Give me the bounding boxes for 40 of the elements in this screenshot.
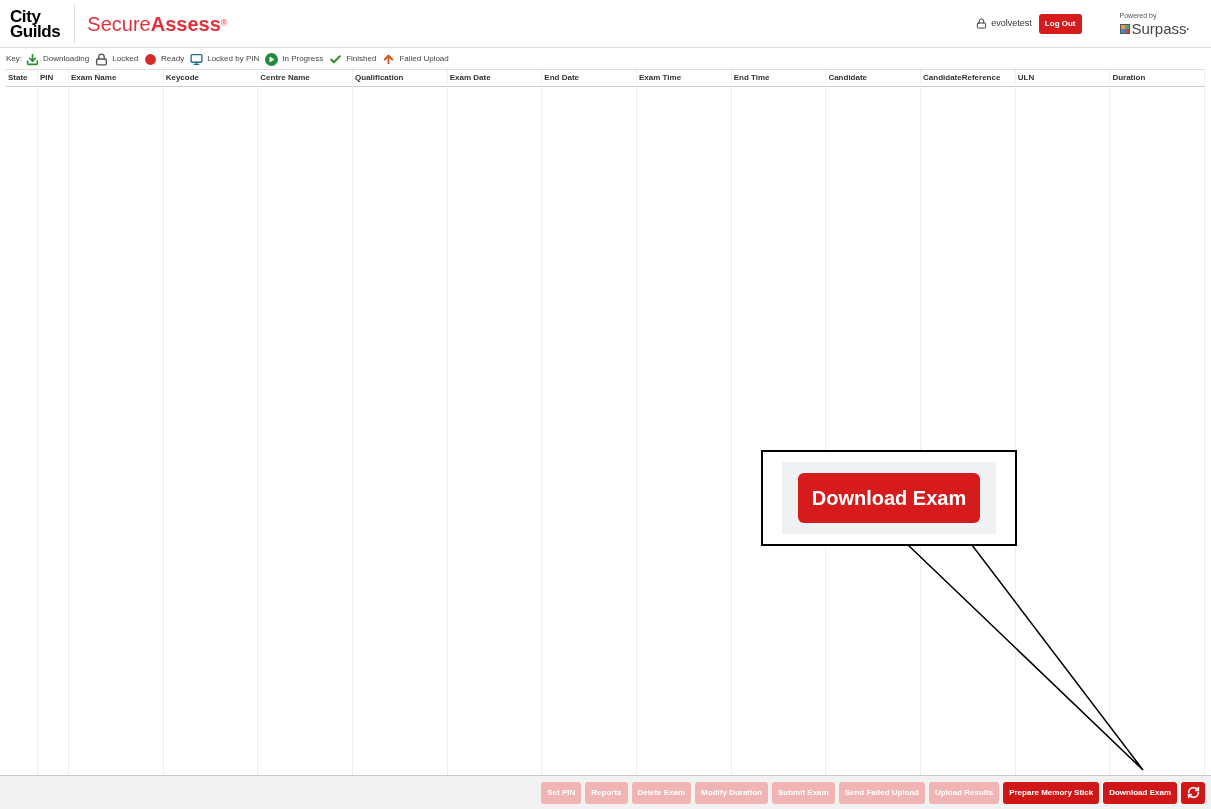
surpass-logo-icon <box>1119 23 1130 34</box>
ready-status-icon <box>144 52 158 66</box>
column-header[interactable]: End Time <box>731 70 826 87</box>
key-item-label: Failed Upload <box>399 53 449 65</box>
download-arrow-icon <box>26 52 39 66</box>
column-header[interactable]: End Date <box>542 70 637 87</box>
column-header[interactable]: Keycode <box>163 70 258 87</box>
padlock-icon <box>95 52 109 66</box>
column-header[interactable]: Duration <box>1110 70 1205 87</box>
key-item-label: Downloading <box>43 53 90 65</box>
action-button[interactable]: Download Exam <box>1103 781 1177 804</box>
key-label: Key: <box>6 53 22 65</box>
surpass-logo-text: Surpass$^{•}$ <box>1131 21 1189 37</box>
column-header[interactable]: PIN <box>38 70 68 87</box>
column-header[interactable]: Candidate <box>826 70 921 87</box>
refresh-button[interactable] <box>1181 781 1205 804</box>
padlock-icon <box>976 18 988 29</box>
action-button[interactable]: Prepare Memory Stick <box>1003 781 1100 804</box>
username: evolvetest <box>991 16 1032 30</box>
column-header[interactable]: Exam Name <box>69 70 163 87</box>
product-title: SecureAssess$^{®}$ <box>87 11 228 37</box>
key-item-label: Finished <box>346 53 377 65</box>
column-header[interactable]: State <box>6 70 37 87</box>
logout-button[interactable]: Log Out <box>1038 13 1082 34</box>
key-item-label: Locked by PIN <box>207 53 260 65</box>
column-header[interactable]: Exam Date <box>447 70 542 87</box>
column-header[interactable]: ULN <box>1015 70 1110 87</box>
column-header[interactable]: Centre Name <box>258 70 352 87</box>
play-icon <box>265 52 279 66</box>
key-item-label: Locked <box>112 53 139 65</box>
key-item-label: Ready <box>161 53 185 65</box>
logo-text: City <box>10 8 41 24</box>
column-header[interactable]: Exam Time <box>637 70 731 87</box>
key-item-label: In Progress <box>282 53 324 65</box>
check-icon <box>329 52 343 66</box>
column-header[interactable]: CandidateReference <box>921 70 1015 87</box>
refresh-icon <box>1186 786 1200 799</box>
monitor-icon <box>190 52 204 66</box>
upload-arrow-icon <box>382 52 396 66</box>
column-header[interactable]: Qualification <box>353 70 447 87</box>
